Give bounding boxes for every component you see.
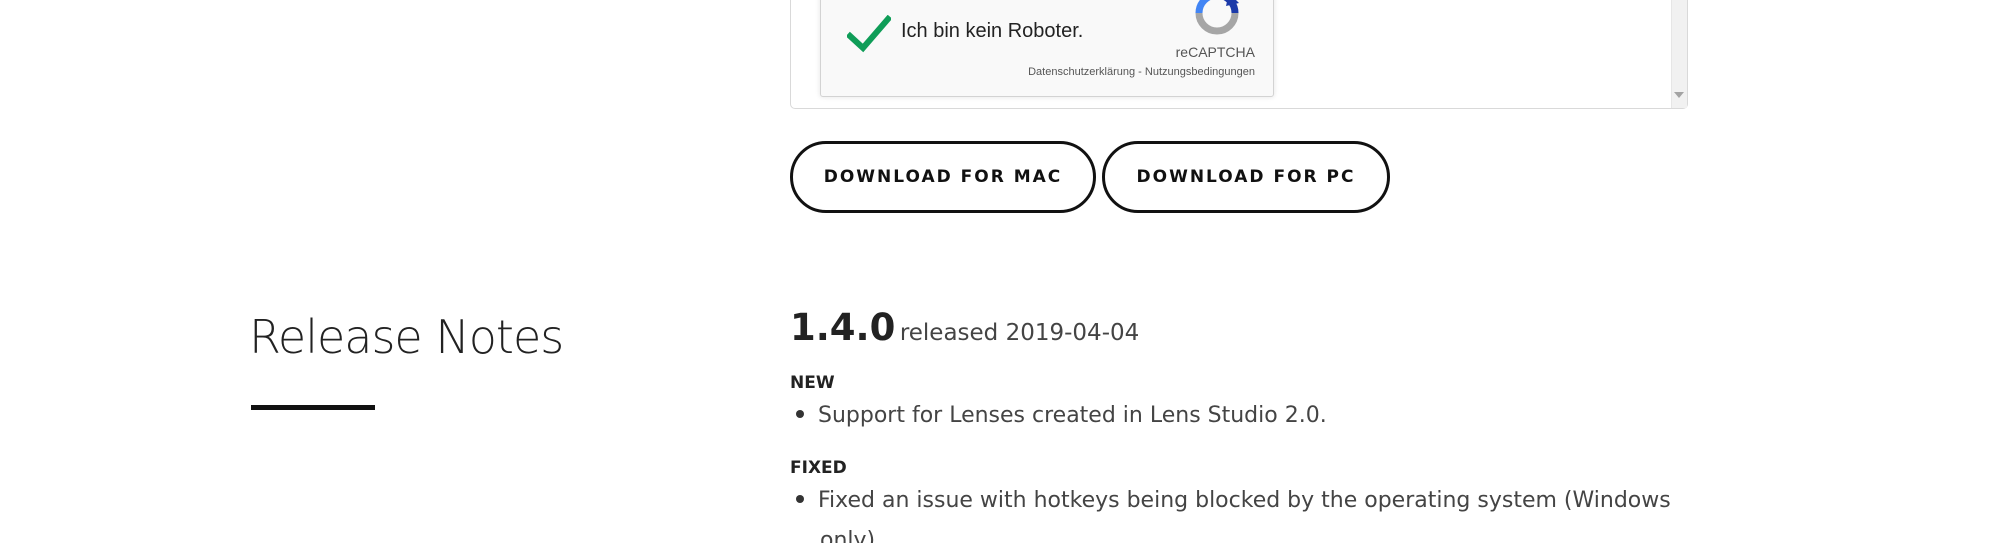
release-date: released 2019-04-04 — [899, 320, 1140, 346]
terms-link[interactable]: Nutzungsbedingungen — [1145, 66, 1255, 78]
download-pc-button[interactable]: DOWNLOAD FOR PC — [1102, 141, 1390, 213]
recaptcha-brand: reCAPTCHA — [1175, 44, 1255, 60]
recaptcha-label[interactable]: Ich bin kein Roboter. — [901, 20, 1083, 43]
recaptcha-widget: Ich bin kein Roboter. reCAPTCHA Datensch… — [820, 0, 1274, 97]
list-item-continuation: only). — [820, 528, 883, 543]
recaptcha-logo-icon — [1195, 0, 1239, 35]
section-heading-new: NEW — [790, 373, 835, 393]
privacy-link[interactable]: Datenschutzerklärung — [1028, 66, 1135, 78]
release-notes-title: Release Notes — [249, 310, 564, 364]
scroll-down-arrow-icon[interactable] — [1674, 92, 1684, 98]
list-item: Fixed an issue with hotkeys being blocke… — [790, 481, 1690, 521]
links-separator: - — [1135, 66, 1145, 78]
version-number: 1.4.0 — [790, 306, 896, 349]
list-item: Support for Lenses created in Lens Studi… — [790, 396, 1690, 436]
version-line: 1.4.0 released 2019-04-04 — [790, 306, 1139, 349]
section-heading-fixed: FIXED — [790, 458, 847, 478]
recaptcha-links: Datenschutzerklärung - Nutzungsbedingung… — [1028, 66, 1255, 78]
title-underline — [251, 405, 375, 410]
bullet-icon — [796, 495, 804, 503]
page: Ich bin kein Roboter. reCAPTCHA Datensch… — [0, 0, 1993, 543]
checkmark-icon[interactable] — [847, 15, 891, 55]
download-mac-button[interactable]: DOWNLOAD FOR MAC — [790, 141, 1096, 213]
list-item-text: Fixed an issue with hotkeys being blocke… — [818, 488, 1671, 513]
list-item-text: Support for Lenses created in Lens Studi… — [818, 403, 1327, 428]
bullet-icon — [796, 410, 804, 418]
form-scrollbar[interactable] — [1671, 0, 1687, 108]
